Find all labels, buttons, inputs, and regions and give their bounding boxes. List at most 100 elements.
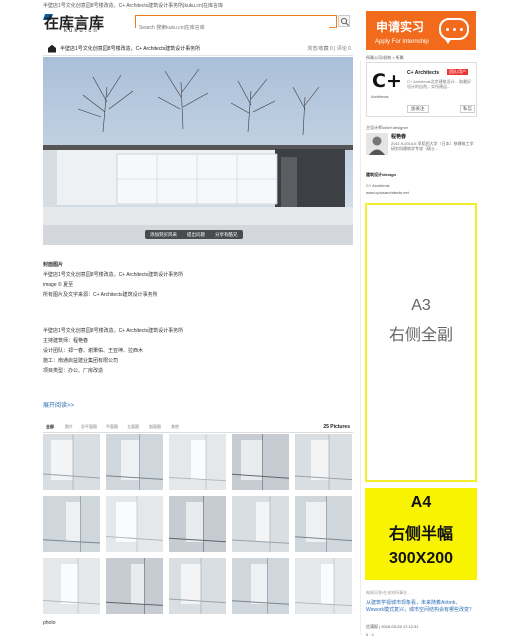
info-line: 项目类型：办公、厂房改造: [43, 368, 104, 374]
design-label: 建筑设计/design: [366, 172, 397, 177]
ad-slot-a3[interactable]: A3 右侧全副: [365, 203, 477, 482]
company-badge: 团队/用户: [447, 69, 469, 75]
gallery-thumbnail[interactable]: [232, 434, 289, 490]
company-card[interactable]: C+ Architects C+ Architects 团队/用户 C+ Arc…: [366, 62, 477, 117]
ad-a3-text: 右侧全副: [388, 325, 453, 344]
thumbnail-photo: [43, 496, 100, 552]
thumbnail-photo: [232, 558, 289, 614]
ad-slot-a4[interactable]: A4 右侧半幅 300X200: [365, 488, 477, 580]
ask-question-button[interactable]: 提出问题: [182, 230, 210, 239]
ad-a4-size: 300X200: [388, 550, 454, 567]
thumbnail-photo: [169, 434, 226, 490]
gallery-thumbnail[interactable]: [232, 496, 289, 552]
designer-name[interactable]: 程艳春: [391, 133, 406, 140]
search-input[interactable]: [136, 23, 329, 33]
share-button[interactable]: 分享有酷兄: [210, 230, 243, 239]
gallery-thumbnail[interactable]: [232, 558, 289, 614]
thumbnail-photo: [232, 434, 289, 490]
gallery-thumbnail[interactable]: [106, 558, 163, 614]
thumbnail-photo: [295, 434, 352, 490]
person-icon: [369, 136, 385, 155]
designer-avatar[interactable]: [366, 133, 388, 155]
hero-image[interactable]: 添加到买风采 提出问题 分享有酷兄: [43, 57, 353, 245]
message-button[interactable]: 私信: [460, 105, 475, 113]
designer-label: 主设计师/chief designer: [366, 125, 409, 130]
article-title: 半壁店1号文化创意园8号楼改造，C+ Architects建筑设计事务所: [60, 46, 201, 52]
tab-photos[interactable]: 照片: [65, 424, 73, 430]
photo-caption: photo: [43, 620, 56, 626]
gallery-thumbnail[interactable]: [169, 434, 226, 490]
thumbnail-photo: [295, 558, 352, 614]
thumbnail-photo: [295, 496, 352, 552]
gallery-thumbnail[interactable]: [106, 496, 163, 552]
building-photo: [43, 57, 353, 245]
related-stats: 0 · 1: [366, 632, 375, 637]
gallery-thumbnail[interactable]: [169, 496, 226, 552]
info-line: 主持建筑师：程艳春: [43, 338, 89, 344]
gallery-tabs: 全部 照片 总平面图 平面图 立面图 剖面图 其他 25 Pictures: [43, 423, 353, 433]
cover-label: 封面图片: [43, 262, 64, 268]
tab-section[interactable]: 剖面图: [149, 424, 161, 430]
home-icon[interactable]: [47, 44, 57, 53]
read-more-link[interactable]: 展开阅读>>: [43, 400, 74, 409]
apply-internship-banner[interactable]: 申请实习 Apply For Internship: [366, 11, 476, 50]
site-logo[interactable]: 在库言库 kuku.cn: [42, 12, 130, 34]
sidebar-divider: [360, 60, 361, 635]
page-topline: 半壁店1号文化创意园8号楼改造，C+ Architects建筑设计事务所|kuk…: [43, 3, 223, 9]
info-line: 施工：南通启益建业集团有限公司: [43, 358, 119, 364]
tab-plan[interactable]: 平面图: [106, 424, 118, 430]
info-line: 半壁店1号文化创意园8号楼改造，C+ Architects建筑设计事务所: [43, 328, 184, 334]
article-title-bar: 半壁店1号文化创意园8号楼改造，C+ Architects建筑设计事务所 浏览/…: [43, 42, 353, 56]
company-name[interactable]: C+ Architects: [407, 70, 439, 76]
company-logo: C+ Architects: [370, 70, 402, 102]
chat-bubble-icon: [439, 18, 469, 44]
thumbnail-photo: [169, 558, 226, 614]
thumbnail-photo: [43, 558, 100, 614]
add-to-favorites-button[interactable]: 添加到买风采: [145, 230, 182, 239]
gallery-thumbnail[interactable]: [43, 558, 100, 614]
cover-line: 半壁店1号文化创意园8号楼改造，C+ Architects建筑设计事务所: [43, 272, 184, 278]
company-logo-sub: Architects: [371, 94, 389, 99]
gallery-thumbnail[interactable]: [43, 496, 100, 552]
pictures-count: 25 Pictures: [323, 424, 350, 430]
tab-site-plan[interactable]: 总平面图: [81, 424, 97, 430]
thumbnail-photo: [106, 434, 163, 490]
info-line: 设计团队：郑一春、谢秉佑、王亚坤、拉西木: [43, 348, 144, 354]
gallery-thumbnail[interactable]: [295, 496, 352, 552]
tab-all[interactable]: 全部: [46, 424, 54, 430]
ad-a4-code: A4: [410, 494, 432, 511]
thumbnail-photo: [106, 496, 163, 552]
gallery-thumbnail[interactable]: [295, 434, 352, 490]
designer-bio: 2011.9-2014.6 早稻田大学（日本）修建筑工学研究科建筑学专攻（硕士.…: [391, 141, 474, 151]
design-company[interactable]: C+ Architects: [366, 183, 390, 188]
thumbnail-photo: [43, 434, 100, 490]
search-box: [135, 15, 337, 33]
search-button[interactable]: [338, 15, 350, 27]
company-desc: C+ Architects北京建筑设计... 取最好设计的自然，实所建运...: [407, 79, 472, 89]
ad-a3-code: A3: [411, 297, 431, 314]
search-icon: [340, 17, 349, 26]
design-url[interactable]: www.cplusarchitects.net: [366, 190, 409, 195]
cover-line: image © 夏至: [43, 282, 74, 288]
gallery-thumbnail[interactable]: [43, 434, 100, 490]
related-question-link[interactable]: 从建筑学视城市现象看，未来随着Airbnb、Wework模式复兴，城市空间结构会…: [366, 600, 476, 614]
company-logo-mark: C+: [372, 70, 402, 92]
gallery-thumbnail[interactable]: [106, 434, 163, 490]
related-meta: 信满报 | 2016-03-25 17:12:31: [366, 624, 419, 629]
company-breadcrumb: 所属公司/机构 > 所属: [366, 55, 404, 60]
thumbnail-photo: [169, 496, 226, 552]
gallery-thumbnail[interactable]: [295, 558, 352, 614]
thumbnail-photo: [232, 496, 289, 552]
ad-a4-text: 右侧半幅: [388, 524, 453, 543]
article-stats: 浏览/收藏 0 | 评论 0: [307, 46, 351, 52]
apply-subtitle: Apply For Internship: [375, 39, 429, 45]
cover-line: 所有图片及文字来源：C+ Architects建筑设计事务所: [43, 292, 158, 298]
tab-elevation[interactable]: 立面图: [127, 424, 139, 430]
thumbnail-photo: [106, 558, 163, 614]
apply-title: 申请实习: [376, 20, 425, 34]
tab-other[interactable]: 其他: [171, 424, 179, 430]
article-body: 封面图片 半壁店1号文化创意园8号楼改造，C+ Architects建筑设计事务…: [43, 262, 353, 378]
related-label: 每周问答/在未知所事在...: [366, 590, 411, 595]
gallery-thumbnail[interactable]: [169, 558, 226, 614]
follow-button[interactable]: 加关注: [407, 105, 429, 113]
